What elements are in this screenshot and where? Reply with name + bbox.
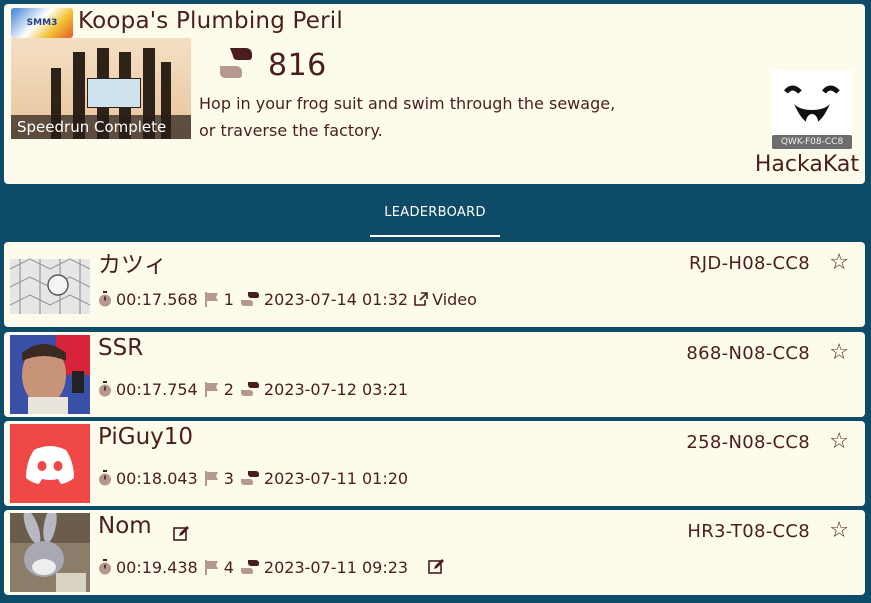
run-meta: 00:19.438 4 2023-07-11 09:23 — [98, 556, 445, 578]
level-description: Hop in your frog suit and swim through t… — [199, 94, 616, 140]
boot-icon — [240, 292, 259, 306]
leaderboard-row[interactable]: PiGuy10 258-N08-CC8 ☆ 00:18.043 3 2023-0… — [4, 421, 865, 506]
run-date: 2023-07-14 01:32 — [263, 289, 409, 309]
tab-leaderboard[interactable]: LEADERBOARD — [370, 196, 500, 237]
avatar — [10, 335, 90, 414]
run-rank: 1 — [223, 289, 234, 309]
avatar — [10, 513, 90, 592]
run-rank: 2 — [223, 379, 234, 399]
boot-icon — [240, 382, 259, 396]
avatar — [10, 424, 90, 503]
player-name[interactable]: Nom — [98, 513, 152, 539]
level-card: SMM3 Koopa's Plumbing Peril Speedrun Com… — [4, 4, 865, 184]
boot-icon — [240, 471, 259, 485]
star-outline-icon[interactable]: ☆ — [829, 252, 849, 274]
star-outline-icon[interactable]: ☆ — [829, 342, 849, 364]
run-meta: 00:17.754 2 2023-07-12 03:21 — [98, 378, 414, 400]
avatar — [10, 245, 90, 324]
run-date: 2023-07-12 03:21 — [263, 379, 409, 399]
boot-icon — [240, 560, 259, 574]
flag-icon — [204, 471, 218, 486]
star-outline-icon[interactable]: ☆ — [829, 520, 849, 542]
run-rank: 3 — [223, 468, 234, 488]
star-outline-icon[interactable]: ☆ — [829, 431, 849, 453]
player-name[interactable]: PiGuy10 — [98, 424, 193, 450]
run-date: 2023-07-11 09:23 — [263, 557, 409, 577]
run-time: 00:17.568 — [116, 289, 198, 309]
stopwatch-icon — [99, 381, 111, 397]
run-time: 00:17.754 — [116, 379, 198, 399]
run-date: 2023-07-11 01:20 — [263, 468, 409, 488]
player-name[interactable]: SSR — [98, 335, 143, 361]
external-link-icon[interactable] — [414, 292, 428, 306]
player-code: RJD-H08-CC8 — [689, 253, 810, 274]
player-code: 868-N08-CC8 — [686, 343, 810, 364]
leaderboard-row[interactable]: Nom HR3-T08-CC8 ☆ 00:19.438 4 2023-07-11… — [4, 510, 865, 595]
level-thumbnail[interactable]: Speedrun Complete — [11, 38, 191, 139]
leaderboard-row[interactable]: カツィ RJD-H08-CC8 ☆ 00:17.568 1 2023-07-14… — [4, 242, 865, 327]
discord-icon — [26, 445, 74, 484]
player-code: 258-N08-CC8 — [686, 432, 810, 453]
flag-icon — [204, 560, 218, 575]
boot-icon — [220, 48, 252, 78]
player-name[interactable]: カツィ — [98, 245, 167, 279]
edit-icon[interactable] — [428, 559, 445, 575]
creator-name[interactable]: HackaKat — [755, 152, 859, 177]
flag-icon — [204, 382, 218, 397]
stopwatch-icon — [99, 470, 111, 486]
game-logo: SMM3 — [11, 8, 73, 38]
leaderboard-row[interactable]: SSR 868-N08-CC8 ☆ 00:17.754 2 2023-07-12… — [4, 332, 865, 417]
creator-code: QWK-F08-CC8 — [772, 135, 852, 149]
video-link[interactable]: Video — [432, 290, 477, 309]
stopwatch-icon — [99, 291, 111, 307]
run-time: 00:19.438 — [116, 557, 198, 577]
player-code: HR3-T08-CC8 — [687, 521, 810, 542]
run-time: 00:18.043 — [116, 468, 198, 488]
flag-icon — [204, 292, 218, 307]
run-rank: 4 — [223, 557, 234, 577]
boot-count: 816 — [268, 48, 327, 83]
thumbnail-caption: Speedrun Complete — [11, 115, 191, 139]
run-meta: 00:18.043 3 2023-07-11 01:20 — [98, 467, 414, 489]
edit-icon[interactable] — [173, 526, 189, 542]
stopwatch-icon — [99, 559, 111, 575]
run-meta: 00:17.568 1 2023-07-14 01:32 Video — [98, 288, 483, 310]
level-title: Koopa's Plumbing Peril — [78, 8, 343, 34]
